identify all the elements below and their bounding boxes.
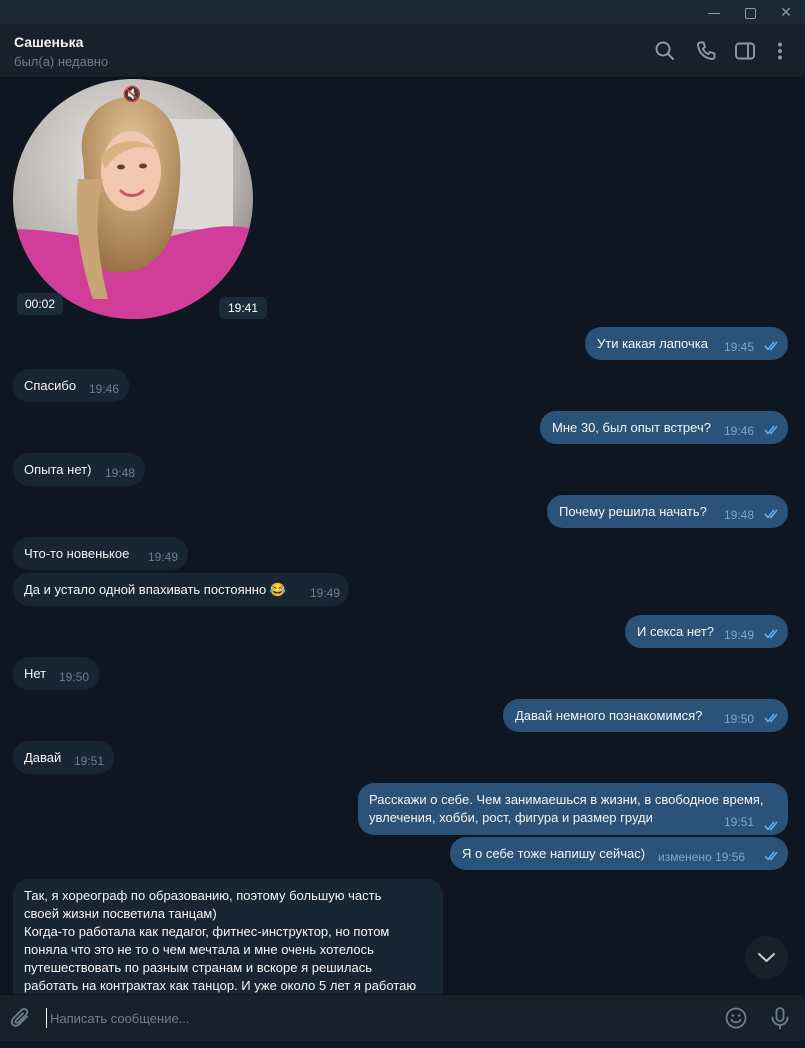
message-input[interactable]	[46, 1008, 706, 1028]
message-bubble-outgoing[interactable]: Я о себе тоже напишу сейчас) изменено 19…	[450, 837, 788, 870]
call-button[interactable]	[693, 38, 719, 64]
message-time: 19:48	[105, 466, 136, 480]
message-text: Опыта нет)	[24, 462, 92, 477]
chat-header[interactable]: Сашенька был(а) недавно	[0, 24, 805, 78]
close-icon: ✕	[780, 4, 792, 20]
contact-status: был(а) недавно	[14, 54, 109, 69]
message-line: поняла что это не то о чем мечтала и мне…	[24, 942, 374, 957]
scroll-to-bottom-button[interactable]	[745, 936, 788, 979]
video-duration: 00:02	[17, 293, 64, 315]
message-time: 19:50	[724, 712, 755, 726]
more-button[interactable]	[767, 38, 793, 64]
message-time: 19:45	[724, 340, 755, 354]
message-line: Так, я хореограф по образованию, поэтому…	[24, 888, 382, 903]
message-bubble-incoming[interactable]: Опыта нет) 19:48	[13, 453, 145, 486]
message-bubble-outgoing[interactable]: Ути какая лапочка 19:45	[585, 327, 788, 360]
attach-icon	[10, 1008, 29, 1027]
message-text: Давай немного познакомимся?	[515, 708, 703, 723]
message-time: 19:49	[724, 628, 755, 642]
message-line: путешествовать по разным странам и вскор…	[24, 960, 372, 975]
microphone-icon	[771, 1007, 789, 1030]
message-bubble-outgoing[interactable]: Мне 30, был опыт встреч? 19:46	[540, 411, 788, 444]
message-text: И секса нет?	[637, 624, 715, 639]
message-bubble-outgoing[interactable]: Давай немного познакомимся? 19:50	[503, 699, 788, 732]
message-time: 19:48	[724, 508, 755, 522]
message-time: 19:46	[89, 382, 120, 396]
message-bubble-incoming[interactable]: Что-то новенькое 19:49	[13, 537, 188, 570]
message-bubble-outgoing[interactable]: Почему решила начать? 19:48	[547, 495, 788, 528]
message-time: 19:50	[59, 670, 90, 684]
message-bubble-outgoing[interactable]: Расскажи о себе. Чем занимаешься в жизни…	[358, 783, 788, 835]
minimize-icon	[708, 12, 720, 14]
read-check-icon	[764, 495, 782, 528]
video-message[interactable]	[13, 79, 253, 319]
message-bubble-incoming[interactable]: Да и устало одной впахивать постоянно 😂 …	[13, 573, 349, 606]
message-text: Я о себе тоже напишу сейчас)	[462, 846, 646, 861]
search-icon	[655, 41, 674, 60]
message-bubble-incoming[interactable]: Нет 19:50	[13, 657, 99, 690]
read-check-icon	[764, 615, 782, 648]
message-text: Мне 30, был опыт встреч?	[552, 420, 711, 435]
window-titlebar: ✕	[0, 0, 805, 24]
message-text: Нет	[24, 666, 47, 681]
search-button[interactable]	[652, 38, 678, 64]
phone-icon	[697, 41, 716, 60]
message-bubble-incoming[interactable]: Спасибо 19:46	[13, 369, 129, 402]
message-text: Давай	[24, 750, 62, 765]
close-window-button[interactable]: ✕	[766, 0, 805, 24]
sidebar-toggle-button[interactable]	[732, 38, 758, 64]
message-text: Да и устало одной впахивать постоянно 😂	[24, 582, 287, 597]
window-bottom-edge	[0, 1041, 805, 1048]
read-check-icon	[764, 837, 782, 870]
message-time: 19:49	[310, 586, 341, 600]
emoji-icon	[725, 1007, 747, 1029]
read-check-icon	[764, 699, 782, 732]
read-check-icon	[764, 818, 782, 831]
message-time: 19:49	[148, 550, 179, 564]
message-time: 19:46	[724, 424, 755, 438]
attach-button[interactable]	[8, 1005, 34, 1031]
mute-icon[interactable]: 🔇	[119, 84, 145, 106]
message-time: 19:51	[724, 815, 755, 829]
read-check-icon	[764, 327, 782, 360]
message-text: Спасибо	[24, 378, 77, 393]
voice-record-button[interactable]	[767, 1005, 793, 1031]
message-bubble-outgoing[interactable]: И секса нет? 19:49	[625, 615, 788, 648]
contact-name[interactable]: Сашенька	[14, 34, 83, 50]
message-bubble-incoming[interactable]: Так, я хореограф по образованию, поэтому…	[13, 879, 443, 994]
maximize-icon	[744, 7, 756, 19]
message-bubble-incoming[interactable]: Давай 19:51	[13, 741, 114, 774]
minimize-button[interactable]	[694, 0, 734, 24]
message-line: работать на контрактах как танцор. И уже…	[24, 978, 417, 993]
message-line: увлечения, хобби, рост, фигура и размер …	[369, 810, 653, 825]
message-composer	[0, 994, 805, 1041]
message-line: Расскажи о себе. Чем занимаешься в жизни…	[369, 792, 764, 807]
message-time: 19:51	[74, 754, 105, 768]
telegram-window: ✕ Сашенька был(а) недавно 🔇 00:02 19:41 …	[0, 0, 805, 1048]
video-time: 19:41	[219, 297, 268, 319]
maximize-button[interactable]	[730, 0, 770, 24]
message-line: своей жизни посветила танцам)	[24, 906, 217, 921]
message-text: Что-то новенькое	[24, 546, 130, 561]
emoji-button[interactable]	[723, 1005, 749, 1031]
message-line: Когда-то работала как педагог, фитнес-ин…	[24, 924, 390, 939]
message-text: Ути какая лапочка	[597, 336, 708, 351]
message-text: Почему решила начать?	[559, 504, 707, 519]
chevron-down-icon	[758, 953, 775, 962]
more-vertical-icon	[778, 42, 782, 60]
read-check-icon	[764, 411, 782, 444]
sidebar-toggle-icon	[735, 42, 755, 60]
message-time: изменено 19:56	[658, 850, 746, 864]
video-message-frame	[13, 79, 253, 319]
message-list[interactable]: 🔇 00:02 19:41 Ути какая лапочка 19:45 Сп…	[0, 79, 805, 994]
